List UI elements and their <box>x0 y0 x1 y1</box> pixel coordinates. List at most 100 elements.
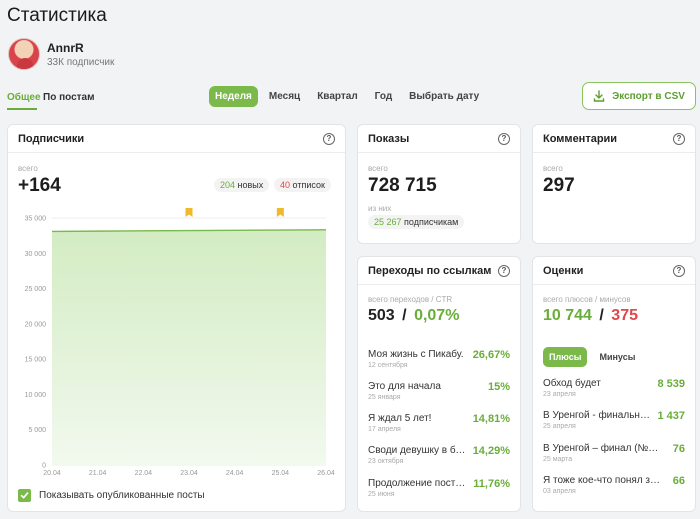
period-pick-date-button[interactable]: Выбрать дату <box>403 86 485 107</box>
help-icon[interactable]: ? <box>498 132 510 145</box>
views-card: Показы ? всего 728 715 из них 25 267 под… <box>357 124 521 244</box>
help-icon[interactable]: ? <box>673 132 685 145</box>
link-title[interactable]: Я ждал 5 лет! <box>368 413 468 424</box>
views-total-label: всего <box>368 164 388 173</box>
links-card-title: Переходы по ссылкам <box>368 264 492 277</box>
link-title[interactable]: Своди девушку в бар. <box>368 445 468 456</box>
x-tick-label: 25.04 <box>272 470 290 477</box>
rating-title[interactable]: В Уренгой - финальны... <box>543 410 651 421</box>
rating-title[interactable]: Я тоже кое-что понял за 1... <box>543 475 661 486</box>
rating-date: 23 апреля <box>543 391 576 398</box>
download-icon <box>593 90 605 102</box>
chart-area <box>52 229 326 465</box>
period-year-button[interactable]: Год <box>369 86 399 107</box>
views-card-header: Показы ? <box>358 125 520 153</box>
help-icon[interactable]: ? <box>498 264 510 277</box>
links-separator: / <box>402 307 407 324</box>
user-info: AnnrR 33К подписчик <box>47 41 114 68</box>
y-tick-label: 35 000 <box>25 216 47 223</box>
link-row[interactable]: Продолжение поста ... 25 июня 11,76% <box>368 478 510 498</box>
rating-value: 76 <box>672 443 685 455</box>
link-value: 14,29% <box>472 445 510 457</box>
x-tick-label: 22.04 <box>135 470 153 477</box>
chart-x-ticks: 20.04 21.04 22.04 23.04 24.04 25.04 26.04 <box>43 470 335 477</box>
links-total-label: всего переходов / CTR <box>368 295 453 304</box>
links-ctr: 0,07% <box>414 307 460 324</box>
ratings-separator: / <box>599 307 604 324</box>
tab-minuses[interactable]: Минусы <box>593 347 641 367</box>
link-row[interactable]: Я ждал 5 лет! 17 апреля 14,81% <box>368 413 510 433</box>
rating-row[interactable]: Я тоже кое-что понял за 1... 03 апреля 6… <box>543 475 685 495</box>
subscribers-card: Подписчики ? всего +164 204 новых 40 отп… <box>7 124 346 512</box>
link-row[interactable]: Своди девушку в бар. 23 октября 14,29% <box>368 445 510 465</box>
rating-row[interactable]: В Уренгой – финал (№12) 25 марта 76 <box>543 443 685 463</box>
link-date: 17 апреля <box>368 426 401 433</box>
rating-date: 03 апреля <box>543 488 576 495</box>
show-posts-toggle[interactable]: Показывать опубликованные посты <box>18 489 205 502</box>
links-card: Переходы по ссылкам ? всего переходов / … <box>357 256 521 512</box>
post-marker-icon[interactable] <box>185 208 193 217</box>
link-title[interactable]: Моя жизнь с Пикабу. <box>368 349 468 360</box>
period-selector: Неделя Месяц Квартал Год Выбрать дату <box>209 86 490 107</box>
views-subscribers-badge: 25 267 подписчикам <box>368 215 465 229</box>
rating-date: 25 апреля <box>543 423 576 430</box>
y-tick-label: 25 000 <box>25 286 47 293</box>
post-marker-icon[interactable] <box>276 208 284 217</box>
period-quarter-button[interactable]: Квартал <box>311 86 363 107</box>
link-date: 12 сентября <box>368 362 408 369</box>
chart-y-ticks: 35 000 30 000 25 000 20 000 15 000 10 000 5 00… <box>25 216 47 470</box>
comments-card-header: Комментарии ? <box>533 125 695 153</box>
tab-general[interactable]: Общее <box>7 92 41 103</box>
check-icon <box>20 492 29 499</box>
link-row[interactable]: Моя жизнь с Пикабу. 12 сентября 26,67% <box>368 349 510 369</box>
y-tick-label: 0 <box>42 463 46 470</box>
tab-pluses[interactable]: Плюсы <box>543 347 588 367</box>
y-tick-label: 5 000 <box>28 427 46 434</box>
user-block[interactable]: AnnrR 33К подписчик <box>8 38 114 70</box>
comments-total: 297 <box>543 175 575 196</box>
help-icon[interactable]: ? <box>673 264 685 277</box>
rating-title[interactable]: В Уренгой – финал (№12) <box>543 443 661 454</box>
y-tick-label: 10 000 <box>25 392 47 399</box>
link-row[interactable]: Это для начала 25 января 15% <box>368 381 510 401</box>
x-tick-label: 26.04 <box>317 470 335 477</box>
y-tick-label: 15 000 <box>25 357 47 364</box>
subscribers-chart[interactable]: 35 000 30 000 25 000 20 000 15 000 10 000 5 00… <box>8 125 345 480</box>
link-title[interactable]: Продолжение поста ... <box>368 478 468 489</box>
x-tick-label: 20.04 <box>43 470 61 477</box>
link-value: 26,67% <box>472 349 510 361</box>
link-date: 25 июня <box>368 491 395 498</box>
views-card-title: Показы <box>368 132 410 145</box>
comments-total-label: всего <box>543 164 563 173</box>
rating-row[interactable]: В Уренгой - финальны... 25 апреля 1 437 <box>543 410 685 430</box>
y-tick-label: 30 000 <box>25 251 47 258</box>
link-title[interactable]: Это для начала <box>368 381 468 392</box>
export-csv-button[interactable]: Экспорт в CSV <box>582 82 696 110</box>
link-date: 23 октября <box>368 458 404 465</box>
rating-row[interactable]: Обход будет 23 апреля 8 539 <box>543 378 685 398</box>
ratings-card-title: Оценки <box>543 264 584 277</box>
period-month-button[interactable]: Месяц <box>263 86 306 107</box>
links-totals: 503 / 0,07% <box>368 307 459 325</box>
link-value: 15% <box>487 381 510 393</box>
x-tick-label: 23.04 <box>180 470 198 477</box>
rating-value: 8 539 <box>657 378 685 390</box>
link-value: 11,76% <box>473 478 510 490</box>
tab-by-posts[interactable]: По постам <box>43 92 95 103</box>
user-name[interactable]: AnnrR <box>47 41 114 55</box>
rating-value: 66 <box>672 475 685 487</box>
rating-title[interactable]: Обход будет <box>543 378 651 389</box>
views-total: 728 715 <box>368 175 437 196</box>
chart-post-markers <box>185 208 284 217</box>
page-title: Статистика <box>7 5 107 26</box>
link-value: 14,81% <box>472 413 510 425</box>
show-posts-checkbox[interactable] <box>18 489 31 502</box>
y-tick-label: 20 000 <box>25 321 47 328</box>
period-week-button[interactable]: Неделя <box>209 86 258 107</box>
views-sub-label: из них <box>368 204 392 213</box>
comments-card: Комментарии ? всего 297 <box>532 124 696 244</box>
links-card-header: Переходы по ссылкам ? <box>358 257 520 285</box>
ratings-tabs: Плюсы Минусы <box>543 347 647 367</box>
avatar[interactable] <box>8 38 40 70</box>
rating-value: 1 437 <box>657 410 685 422</box>
